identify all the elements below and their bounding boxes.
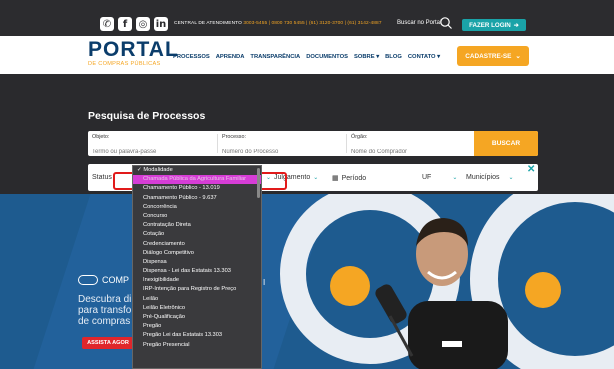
chevron-down-icon: ⌄ <box>313 175 319 181</box>
processo-field: Processo: <box>222 134 332 158</box>
orgao-label: Órgão: <box>351 134 368 140</box>
modalidade-dropdown[interactable]: ✓ Modalidade Chamada Pública da Agricult… <box>132 165 262 369</box>
nav-item-processos[interactable]: PROCESSOS <box>173 54 210 60</box>
dropdown-option[interactable]: Inexigibilidade <box>133 276 261 285</box>
chevron-down-icon: ⌄ <box>508 175 514 181</box>
municipios-label: Municípios <box>466 174 500 181</box>
main-nav: PORTAL DE COMPRAS PÚBLICAS PROCESSOS APR… <box>0 36 614 74</box>
dropdown-option[interactable]: Diálogo Competitivo <box>133 249 261 258</box>
hero-brand: COMP <box>78 275 129 285</box>
hero-fragment: I <box>263 278 266 287</box>
whatsapp-icon[interactable]: ✆ <box>100 17 114 31</box>
social-links: ✆ f ◎ in <box>100 17 168 31</box>
orgao-input[interactable] <box>351 149 461 155</box>
facebook-icon[interactable]: f <box>118 17 132 31</box>
municipios-filter[interactable]: Municípios ⌄ <box>466 174 514 181</box>
dropdown-option[interactable]: Pregão Lei das Estatais 13.303 <box>133 331 261 340</box>
hero-brand-text: COMP <box>102 275 129 285</box>
hero-line: para transfo <box>78 305 132 316</box>
periodo-label: Período <box>341 174 367 182</box>
login-label: FAZER LOGIN <box>469 21 511 29</box>
dropdown-option[interactable]: Dispensa - Lei das Estatais 13.303 <box>133 267 261 276</box>
status-filter[interactable]: Status <box>92 174 112 181</box>
dropdown-option[interactable]: Credenciamento <box>133 240 261 249</box>
contact-info: CENTRAL DE ATENDIMENTO 3003-5455 | 0800 … <box>174 21 382 26</box>
dropdown-option[interactable]: Pregão <box>133 322 261 331</box>
search-title: Pesquisa de Processos <box>88 110 206 122</box>
hero-line: Descubra di <box>78 294 132 305</box>
dropdown-option[interactable]: Concorrência <box>133 203 261 212</box>
dropdown-option[interactable]: Contratação Direta <box>133 221 261 230</box>
signup-label: CADASTRE-SE <box>465 52 512 60</box>
uf-filter[interactable]: UF ⌄ <box>422 174 457 181</box>
close-icon[interactable]: ✕ <box>527 164 535 175</box>
dropdown-option[interactable]: Chamamento Público - 13.019 <box>133 184 261 193</box>
dropdown-option[interactable]: Chamamento Público - 9.637 <box>133 194 261 203</box>
nav-item-aprenda[interactable]: APRENDA <box>216 54 245 60</box>
buscar-button[interactable]: BUSCAR <box>474 131 538 156</box>
objeto-field: Objeto: <box>92 134 202 158</box>
dropdown-option[interactable]: Dispensa <box>133 258 261 267</box>
status-label: Status <box>92 174 112 181</box>
nav-menu: PROCESSOS APRENDA TRANSPARÊNCIA DOCUMENT… <box>173 54 440 60</box>
dropdown-option[interactable]: Pré-Qualificação <box>133 313 261 322</box>
uf-label: UF <box>422 174 432 181</box>
dropdown-option[interactable]: Leilão <box>133 295 261 304</box>
logo-text: PORTAL <box>88 38 179 61</box>
processo-input[interactable] <box>222 149 332 155</box>
processo-label: Processo: <box>222 134 246 140</box>
hero-dot <box>330 266 370 306</box>
calendar-icon: ▦ <box>332 175 339 182</box>
instagram-icon[interactable]: ◎ <box>136 17 150 31</box>
search-portal-label[interactable]: Buscar no Portal <box>397 20 441 26</box>
orgao-field: Órgão: <box>351 134 461 158</box>
field-divider <box>346 134 347 153</box>
signup-button[interactable]: CADASTRE-SE ⌄ <box>457 46 529 66</box>
contact-numbers: 3003-5455 | 0800 730 5455 | (61) 3120-37… <box>243 21 382 26</box>
chevron-down-icon: ⌄ <box>515 53 521 60</box>
objeto-input[interactable] <box>92 149 202 155</box>
login-button[interactable]: FAZER LOGIN ➔ <box>462 19 526 31</box>
login-icon: ➔ <box>513 21 519 29</box>
nav-item-contato[interactable]: CONTATO ▾ <box>408 54 440 60</box>
nav-item-sobre[interactable]: SOBRE ▾ <box>354 54 379 60</box>
portal-logo[interactable]: PORTAL DE COMPRAS PÚBLICAS <box>88 38 179 67</box>
top-bar: ✆ f ◎ in CENTRAL DE ATENDIMENTO 3003-545… <box>0 0 614 36</box>
nav-item-documentos[interactable]: DOCUMENTOS <box>306 54 348 60</box>
presenter-photo <box>375 218 508 369</box>
dropdown-header[interactable]: ✓ Modalidade <box>133 166 261 175</box>
logo-subtitle: DE COMPRAS PÚBLICAS <box>88 61 161 67</box>
field-divider <box>217 134 218 153</box>
scrollbar[interactable] <box>257 168 260 198</box>
objeto-label: Objeto: <box>92 134 110 140</box>
contact-prefix: CENTRAL DE ATENDIMENTO <box>174 21 242 26</box>
hero-banner: COMP Descubra di para transfo de compras… <box>0 194 614 369</box>
hero-dot <box>525 272 561 308</box>
nav-item-transparencia[interactable]: TRANSPARÊNCIA <box>250 54 300 60</box>
nav-item-blog[interactable]: BLOG <box>385 54 402 60</box>
linkedin-icon[interactable]: in <box>154 17 168 31</box>
hero-line: de compras <box>78 316 131 327</box>
chevron-down-icon: ⌄ <box>452 175 458 181</box>
hero-headline: Descubra di para transfo de compras <box>78 294 131 327</box>
search-form: Objeto: Processo: Órgão: <box>88 131 538 156</box>
dropdown-option[interactable]: Leilão Eletrônico <box>133 304 261 313</box>
dropdown-option[interactable]: Cotação <box>133 230 261 239</box>
periodo-filter[interactable]: ▦ Período <box>332 174 367 183</box>
dropdown-option[interactable]: Chamada Pública da Agricultura Familiar <box>133 175 261 185</box>
brand-icon <box>78 275 98 285</box>
dropdown-option[interactable]: IRP-Intenção para Registro de Preço <box>133 285 261 294</box>
search-icon[interactable] <box>439 16 453 30</box>
dropdown-option[interactable]: Concurso <box>133 212 261 221</box>
dropdown-option[interactable]: Pregão Presencial <box>133 341 261 350</box>
watch-now-button[interactable]: ASSISTA AGOR <box>82 337 134 349</box>
